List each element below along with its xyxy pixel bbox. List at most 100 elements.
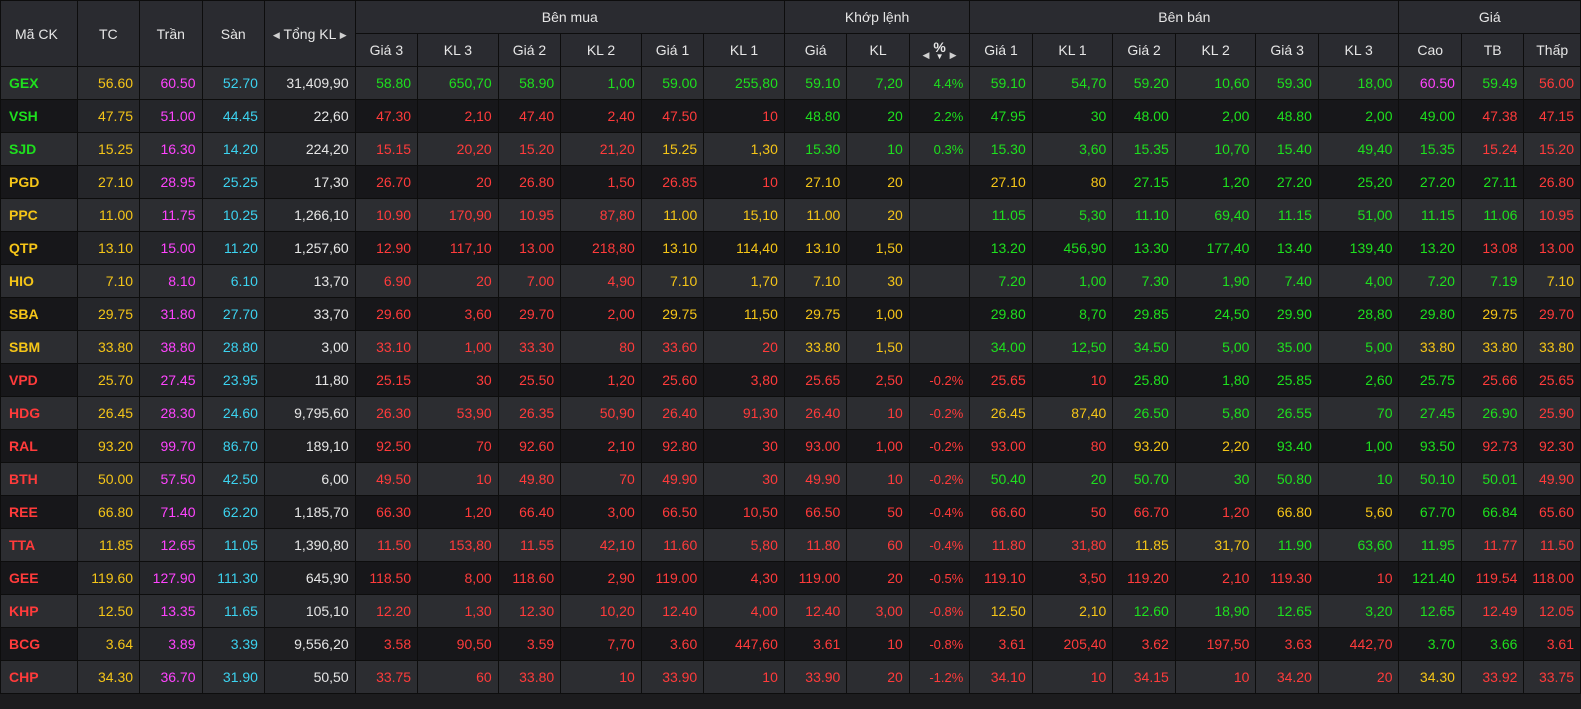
header-total-volume[interactable]: ◀ Tổng KL ▶ (263, 0, 356, 67)
table-row[interactable]: PPC 11.00 11.75 10.25 1,266,10 10.90 170,90 10.… (0, 198, 1581, 232)
table-row[interactable]: QTP 13.10 15.00 11.20 1,257,60 12.90 117,10 13.… (0, 231, 1581, 265)
symbol-cell[interactable]: SBA (0, 297, 78, 331)
header-bid-price-1[interactable]: Giá 1 (640, 33, 705, 67)
change-percent-cell (908, 297, 971, 331)
table-row[interactable]: CHP 34.30 36.70 31.90 50,50 33.75 60 33.80 10 33.… (0, 660, 1581, 694)
table-row[interactable]: PGD 27.10 28.95 25.25 17,30 26.70 20 26.80 1,50 2… (0, 165, 1581, 199)
caret-left-icon[interactable]: ◀ (923, 49, 930, 59)
high-cell: 15.35 (1398, 132, 1462, 166)
symbol-cell[interactable]: TTA (0, 528, 78, 562)
symbol-cell[interactable]: SBM (0, 330, 78, 364)
header-low[interactable]: Thấp (1523, 33, 1581, 67)
ceiling-cell: 28.30 (139, 396, 203, 430)
table-row[interactable]: TTA 11.85 12.65 11.05 1,390,80 11.50 153,80 11.… (0, 528, 1581, 562)
header-ask-price-2[interactable]: Giá 2 (1112, 33, 1176, 67)
symbol-cell[interactable]: REE (0, 495, 78, 529)
header-ceiling[interactable]: Trần (139, 0, 203, 67)
low-cell: 92.30 (1523, 429, 1581, 463)
table-row[interactable]: SBM 33.80 38.80 28.80 3,00 33.10 1,00 33.30 80 33… (0, 330, 1581, 364)
ask-vol-2-cell: 10 (1174, 660, 1257, 694)
symbol-cell[interactable]: QTP (0, 231, 78, 265)
caret-right-icon[interactable]: ▶ (340, 29, 347, 39)
ask-price-3-cell: 27.20 (1255, 165, 1319, 199)
reference-cell: 12.50 (76, 594, 141, 628)
reference-cell: 13.10 (76, 231, 141, 265)
bid-vol-3-cell: 8,00 (417, 561, 499, 595)
table-row[interactable]: SJD 15.25 16.30 14.20 224,20 15.15 20,20 15.20 2… (0, 132, 1581, 166)
bid-price-1-cell: 13.10 (640, 231, 705, 265)
ask-vol-2-cell: 10,70 (1174, 132, 1257, 166)
symbol-cell[interactable]: PGD (0, 165, 78, 199)
symbol-cell[interactable]: HDG (0, 396, 78, 430)
match-price-cell: 11.00 (783, 198, 848, 232)
symbol-cell[interactable]: VPD (0, 363, 78, 397)
header-ask-vol-2[interactable]: KL 2 (1174, 33, 1257, 67)
table-row[interactable]: GEX 56.60 60.50 52.70 31,409,90 58.80 650,70 58… (0, 66, 1581, 100)
average-cell: 47.38 (1460, 99, 1525, 133)
symbol-cell[interactable]: PPC (0, 198, 78, 232)
header-symbol[interactable]: Mã CK (0, 0, 78, 67)
ask-price-3-cell: 29.90 (1255, 297, 1319, 331)
ask-price-2-cell: 26.50 (1112, 396, 1176, 430)
ask-vol-3-cell: 10 (1317, 561, 1400, 595)
header-ask-price-3[interactable]: Giá 3 (1255, 33, 1319, 67)
table-row[interactable]: REE 66.80 71.40 62.20 1,185,70 66.30 1,20 66.40… (0, 495, 1581, 529)
low-cell: 56.00 (1523, 66, 1581, 100)
header-bid-vol-1[interactable]: KL 1 (703, 33, 785, 67)
header-bid-price-2[interactable]: Giá 2 (497, 33, 562, 67)
change-percent-cell (908, 264, 971, 298)
total-volume-cell: 9,556,20 (263, 627, 356, 661)
symbol-cell[interactable]: GEX (0, 66, 78, 100)
header-match-volume[interactable]: KL (846, 33, 910, 67)
header-bid-vol-2[interactable]: KL 2 (560, 33, 642, 67)
low-cell: 10.95 (1523, 198, 1581, 232)
table-row[interactable]: SBA 29.75 31.80 27.70 33,70 29.60 3,60 29.70 2,0… (0, 297, 1581, 331)
header-match-group: Khớp lệnh (783, 0, 971, 34)
table-row[interactable]: HDG 26.45 28.30 24.60 9,795,60 26.30 53,90 26.3… (0, 396, 1581, 430)
bid-price-3-cell: 58.80 (354, 66, 419, 100)
header-floor[interactable]: Sàn (201, 0, 265, 67)
header-average[interactable]: TB (1460, 33, 1525, 67)
header-bid-vol-3[interactable]: KL 3 (417, 33, 499, 67)
header-high[interactable]: Cao (1398, 33, 1462, 67)
caret-left-icon[interactable]: ◀ (273, 29, 280, 39)
header-change-percent[interactable]: ◀ % ▼ ▶ (908, 33, 971, 67)
header-reference[interactable]: TC (76, 0, 141, 67)
header-ask-vol-3[interactable]: KL 3 (1317, 33, 1400, 67)
table-row[interactable]: VPD 25.70 27.45 23.95 11,80 25.15 30 25.50 1,20 2… (0, 363, 1581, 397)
symbol-cell[interactable]: CHP (0, 660, 78, 694)
symbol-cell[interactable]: RAL (0, 429, 78, 463)
ask-vol-2-cell: 30 (1174, 462, 1257, 496)
table-row[interactable]: BCG 3.64 3.89 3.39 9,556,20 3.58 90,50 3.59 7,70… (0, 627, 1581, 661)
bid-price-2-cell: 26.35 (497, 396, 562, 430)
header-match-price[interactable]: Giá (783, 33, 848, 67)
caret-right-icon[interactable]: ▶ (950, 49, 957, 59)
bid-price-2-cell: 11.55 (497, 528, 562, 562)
symbol-cell[interactable]: SJD (0, 132, 78, 166)
symbol-cell[interactable]: BCG (0, 627, 78, 661)
bid-vol-2-cell: 2,00 (560, 297, 642, 331)
symbol-cell[interactable]: BTH (0, 462, 78, 496)
symbol-cell[interactable]: VSH (0, 99, 78, 133)
ask-vol-1-cell: 5,30 (1031, 198, 1114, 232)
header-ask-price-1[interactable]: Giá 1 (969, 33, 1033, 67)
total-volume-cell: 50,50 (263, 660, 356, 694)
symbol-cell[interactable]: HIO (0, 264, 78, 298)
header-ask-vol-1[interactable]: KL 1 (1031, 33, 1114, 67)
table-row[interactable]: BTH 50.00 57.50 42.50 6,00 49.50 10 49.80 70 49.9… (0, 462, 1581, 496)
high-cell: 50.10 (1398, 462, 1462, 496)
table-row[interactable]: VSH 47.75 51.00 44.45 22,60 47.30 2,10 47.40 2,4… (0, 99, 1581, 133)
total-volume-cell: 224,20 (263, 132, 356, 166)
header-bid-price-3[interactable]: Giá 3 (354, 33, 419, 67)
symbol-cell[interactable]: GEE (0, 561, 78, 595)
ask-vol-2-cell: 2,20 (1174, 429, 1257, 463)
symbol-cell[interactable]: KHP (0, 594, 78, 628)
table-row[interactable]: KHP 12.50 13.35 11.65 105,10 12.20 1,30 12.30 10… (0, 594, 1581, 628)
bid-vol-2-cell: 42,10 (560, 528, 642, 562)
ask-price-2-cell: 11.85 (1112, 528, 1176, 562)
table-row[interactable]: RAL 93.20 99.70 86.70 189,10 92.50 70 92.60 2,10… (0, 429, 1581, 463)
floor-cell: 11.65 (201, 594, 265, 628)
ask-price-1-cell: 26.45 (969, 396, 1033, 430)
table-row[interactable]: HIO 7.10 8.10 6.10 13,70 6.90 20 7.00 4,90 7.10 1,… (0, 264, 1581, 298)
table-row[interactable]: GEE 119.60 127.90 111.30 645,90 118.50 8,00 118… (0, 561, 1581, 595)
